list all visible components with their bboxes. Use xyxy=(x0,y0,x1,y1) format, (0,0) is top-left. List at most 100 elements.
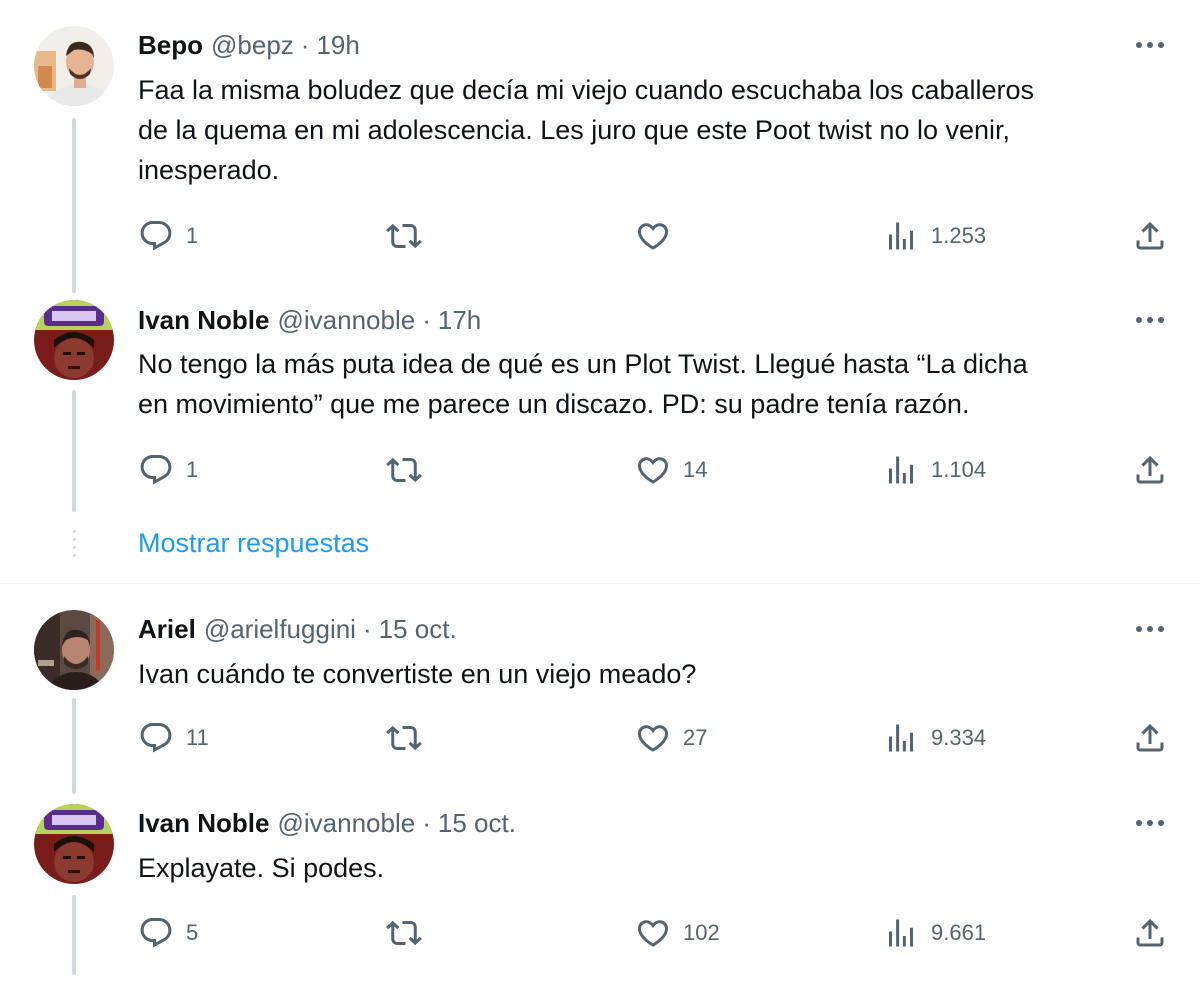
views-count: 9.661 xyxy=(931,920,987,945)
avatar[interactable] xyxy=(34,804,114,884)
separator: · xyxy=(362,613,372,644)
like-button[interactable]: 14 xyxy=(635,450,707,490)
share-icon xyxy=(1132,218,1168,254)
like-count: 102 xyxy=(683,920,720,945)
thread-line xyxy=(72,390,76,512)
retweet-icon xyxy=(386,720,422,756)
timestamp[interactable]: 17h xyxy=(438,305,481,336)
like-icon xyxy=(635,720,671,756)
tweet-actions: 5 102 9.661 xyxy=(138,913,1168,953)
more-icon[interactable] xyxy=(1132,614,1168,644)
views-icon xyxy=(883,218,919,254)
show-replies-link[interactable]: Mostrar respuestas xyxy=(138,528,369,559)
reply-count: 5 xyxy=(186,920,199,945)
reply-icon xyxy=(138,915,174,951)
views-count: 9.334 xyxy=(931,725,987,750)
tweet-text-line: en movimiento” que me parece un discazo.… xyxy=(138,389,970,419)
more-icon[interactable] xyxy=(1132,808,1168,838)
more-icon[interactable] xyxy=(1132,30,1168,60)
divider xyxy=(0,583,1200,584)
avatar[interactable] xyxy=(34,300,114,380)
views-icon xyxy=(883,915,919,951)
like-icon xyxy=(635,452,671,488)
timestamp[interactable]: 15 oct. xyxy=(379,614,457,645)
like-icon xyxy=(635,915,671,951)
views-button[interactable]: 9.334 xyxy=(883,718,986,758)
reply-icon xyxy=(138,720,174,756)
display-name[interactable]: Bepo xyxy=(138,30,203,61)
tweet-text-line: Ivan cuándo te convertiste en un viejo m… xyxy=(138,659,697,689)
user-handle[interactable]: @ivannoble xyxy=(277,808,415,839)
views-count: 1.104 xyxy=(931,457,987,482)
like-button[interactable]: 102 xyxy=(635,913,720,953)
tweet-header: Ariel @arielfuggini · 15 oct. xyxy=(138,612,1170,646)
avatar[interactable] xyxy=(34,26,114,106)
share-icon xyxy=(1132,452,1168,488)
like-count: 27 xyxy=(683,725,708,750)
thread-dots xyxy=(72,530,76,570)
separator: · xyxy=(300,29,310,60)
share-button[interactable] xyxy=(1132,718,1168,758)
user-handle[interactable]: @arielfuggini xyxy=(204,614,356,645)
tweet-text-line: No tengo la más puta idea de qué es un P… xyxy=(138,349,1028,379)
timestamp[interactable]: 19h xyxy=(316,30,359,61)
tweet-text-line: Explayate. Si podes. xyxy=(138,853,385,883)
avatar-ariel-image xyxy=(34,610,114,690)
tweet-text: No tengo la más puta idea de qué es un P… xyxy=(138,344,1168,424)
reply-icon xyxy=(138,218,174,254)
like-count: 14 xyxy=(683,457,708,482)
views-button[interactable]: 9.661 xyxy=(883,913,986,953)
reply-button[interactable]: 5 xyxy=(138,913,198,953)
tweet-actions: 1 14 1.104 xyxy=(138,450,1168,490)
retweet-button[interactable] xyxy=(386,450,434,490)
share-button[interactable] xyxy=(1132,450,1168,490)
tweet-header: Ivan Noble @ivannoble · 15 oct. xyxy=(138,806,1170,840)
share-icon xyxy=(1132,915,1168,951)
display-name[interactable]: Ivan Noble xyxy=(138,305,269,336)
like-icon xyxy=(635,218,671,254)
views-icon xyxy=(883,452,919,488)
avatar-bepo-image xyxy=(34,26,114,106)
display-name[interactable]: Ariel xyxy=(138,614,196,645)
thread-line xyxy=(72,698,76,794)
retweet-button[interactable] xyxy=(386,216,434,256)
reply-count: 1 xyxy=(186,457,199,482)
views-count: 1.253 xyxy=(931,223,987,248)
like-button[interactable] xyxy=(635,216,683,256)
tweet-actions: 11 27 9.334 xyxy=(138,718,1168,758)
avatar-ivan-noble-image xyxy=(34,804,114,884)
thread-line xyxy=(72,895,76,975)
views-button[interactable]: 1.253 xyxy=(883,216,986,256)
tweet-actions: 1 1.253 xyxy=(138,216,1168,256)
retweet-button[interactable] xyxy=(386,718,434,758)
tweet-text-line: inesperado. xyxy=(138,155,280,185)
retweet-icon xyxy=(386,218,422,254)
display-name[interactable]: Ivan Noble xyxy=(138,808,269,839)
avatar-ivan-noble-image xyxy=(34,300,114,380)
reply-icon xyxy=(138,452,174,488)
thread-line xyxy=(72,118,76,293)
tweet-header: Bepo @bepz · 19h xyxy=(138,28,1170,62)
retweet-icon xyxy=(386,452,422,488)
timestamp[interactable]: 15 oct. xyxy=(438,808,516,839)
tweet-text: Explayate. Si podes. xyxy=(138,848,1168,888)
share-button[interactable] xyxy=(1132,216,1168,256)
user-handle[interactable]: @bepz xyxy=(211,30,294,61)
tweet-text-line: Faa la misma boludez que decía mi viejo … xyxy=(138,75,1035,105)
like-button[interactable]: 27 xyxy=(635,718,707,758)
user-handle[interactable]: @ivannoble xyxy=(277,305,415,336)
retweet-icon xyxy=(386,915,422,951)
views-icon xyxy=(883,720,919,756)
tweet-text-line: de la quema en mi adolescencia. Les juro… xyxy=(138,115,1011,145)
share-button[interactable] xyxy=(1132,913,1168,953)
reply-count: 11 xyxy=(186,725,209,750)
share-icon xyxy=(1132,720,1168,756)
more-icon[interactable] xyxy=(1132,305,1168,335)
avatar[interactable] xyxy=(34,610,114,690)
retweet-button[interactable] xyxy=(386,913,434,953)
separator: · xyxy=(422,304,431,335)
views-button[interactable]: 1.104 xyxy=(883,450,986,490)
reply-button[interactable]: 1 xyxy=(138,450,198,490)
reply-button[interactable]: 11 xyxy=(138,718,209,758)
reply-button[interactable]: 1 xyxy=(138,216,198,256)
